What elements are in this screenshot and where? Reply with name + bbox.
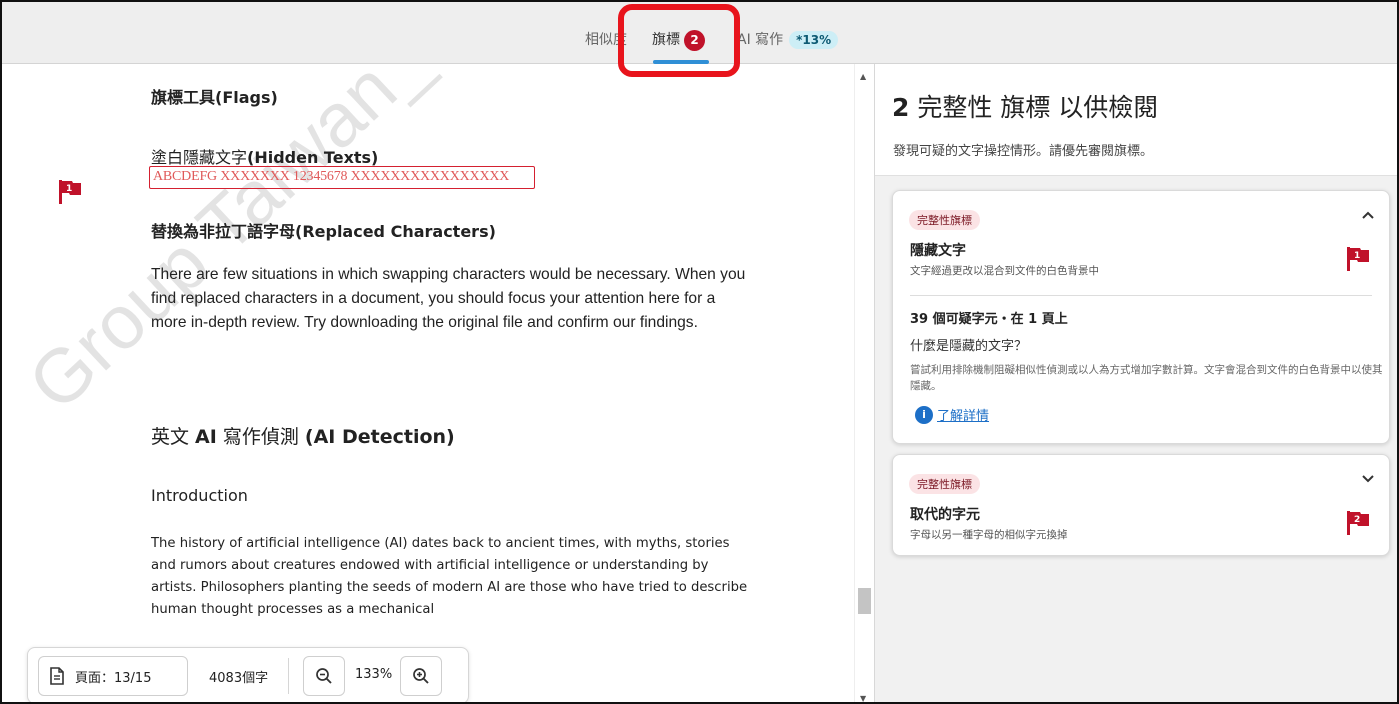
hidden-text-sample: ABCDEFG XXXXXXX 12345678 XXXXXXXXXXXXXXX… [153,169,510,184]
info-icon: i [915,405,933,424]
hidden-text-explanation: 嘗試利用排除機制阻礙相似性偵測或以人為方式增加字數計算。文字會混合到文件的白色背… [910,364,1383,392]
expand-chevron-icon[interactable] [1361,469,1375,488]
flag-icon: 2 [1347,511,1369,535]
flags-heading: 旗標工具(Flags) [151,88,278,107]
document-viewer: Group Taiwan_FairTher 旗標工具(Flags) 塗白隱藏文字… [2,64,854,702]
document-toolbar: 頁面：13/15 4083個字 133% [27,647,469,702]
hidden-heading-zh: 塗白隱藏文字 [151,148,248,167]
flags-panel-header: 2 完整性 旗標 以供檢閱 發現可疑的文字操控情形。請優先審閱旗標。 [875,64,1397,176]
document-scrollbar[interactable]: ▲ ▼ [854,64,874,702]
integrity-flag-pill: 完整性旗標 [909,474,980,494]
tab-ai-label: AI 寫作 [737,32,784,48]
flag-card-title: 隱藏文字 [910,243,966,259]
zoom-in-icon [413,668,429,684]
flag-card-hidden-text[interactable]: 完整性旗標 隱藏文字 文字經過更改以混合到文件的白色背景中 1 39 個可疑字元… [892,190,1390,444]
learn-more-label: 了解詳情 [937,409,990,424]
panel-subtitle: 發現可疑的文字操控情形。請優先審閱旗標。 [893,144,1154,159]
card-flag-marker: 1 [1345,246,1371,276]
scroll-down-arrow-icon[interactable]: ▼ [860,694,866,702]
hidden-text-question: 什麼是隱藏的文字？ [910,339,1028,354]
learn-more-link[interactable]: i 了解詳情 [915,405,989,424]
zoom-level: 133% [355,667,393,682]
introduction-paragraph: The history of artificial intelligence (… [151,536,748,617]
panel-title-text: 完整性 旗標 以供檢閱 [909,93,1159,122]
document-watermark: Group Taiwan_FairTher [12,64,654,427]
replaced-characters-paragraph: There are few situations in which swappi… [151,266,746,331]
page-navigator-button[interactable]: 頁面：13/15 [38,656,188,696]
flag-icon: 1 [59,180,81,204]
zoom-out-icon [316,668,332,684]
flag-icon: 1 [1347,247,1369,271]
collapse-chevron-icon[interactable] [1361,205,1375,224]
replaced-characters-heading: 替換為非拉丁語字母(Replaced Characters) [151,222,496,241]
card-divider [910,295,1372,296]
page-indicator: 頁面：13/15 [75,670,152,686]
introduction-heading: Introduction [151,486,248,505]
flags-panel: 2 完整性 旗標 以供檢閱 發現可疑的文字操控情形。請優先審閱旗標。 完整性旗標… [874,64,1397,702]
scroll-up-arrow-icon[interactable]: ▲ [860,72,866,81]
zoom-in-button[interactable] [400,656,442,696]
hidden-heading-en: (Hidden Texts) [247,148,379,167]
ai-heading-en: (AI Detection) [304,426,455,448]
integrity-flag-pill: 完整性旗標 [909,210,980,230]
toolbar-divider [288,658,289,694]
ai-percentage-badge: *13% [789,31,839,49]
panel-title-count: 2 [892,93,910,122]
flag-card-description: 文字經過更改以混合到文件的白色背景中 [910,265,1099,277]
flag-number: 1 [1354,251,1360,261]
ai-heading-zh: 英文 [151,426,196,448]
zoom-out-button[interactable] [303,656,345,696]
annotation-highlight-box [618,4,740,77]
hidden-texts-heading: 塗白隱藏文字(Hidden Texts) [151,144,378,168]
tab-ai-writing[interactable]: AI 寫作 *13% [737,29,839,49]
suspicious-characters-count: 39 個可疑字元・在 1 頁上 [910,312,1068,327]
flag-number: 1 [66,184,72,194]
ai-detection-heading: 英文 AI 寫作偵測 (AI Detection) [151,422,455,449]
flag-card-description: 字母以另一種字母的相似字元換掉 [910,529,1068,541]
flag-number: 2 [1354,515,1360,525]
ai-heading-zh2: 寫作偵測 [216,426,305,448]
panel-title: 2 完整性 旗標 以供檢閱 [892,88,1158,124]
scrollbar-thumb[interactable] [858,588,871,614]
flag-card-title: 取代的字元 [910,507,980,523]
document-icon [50,667,64,685]
word-count: 4083個字 [209,671,269,686]
document-flag-marker[interactable]: 1 [57,179,83,209]
app-frame: 相似度 旗標 2 AI 寫作 *13% Group Taiwan_FairTher … [0,0,1399,704]
ai-heading-ai: AI [195,426,217,448]
flag-card-replaced-characters[interactable]: 完整性旗標 取代的字元 字母以另一種字母的相似字元換掉 2 [892,454,1390,556]
card-flag-marker: 2 [1345,510,1371,540]
